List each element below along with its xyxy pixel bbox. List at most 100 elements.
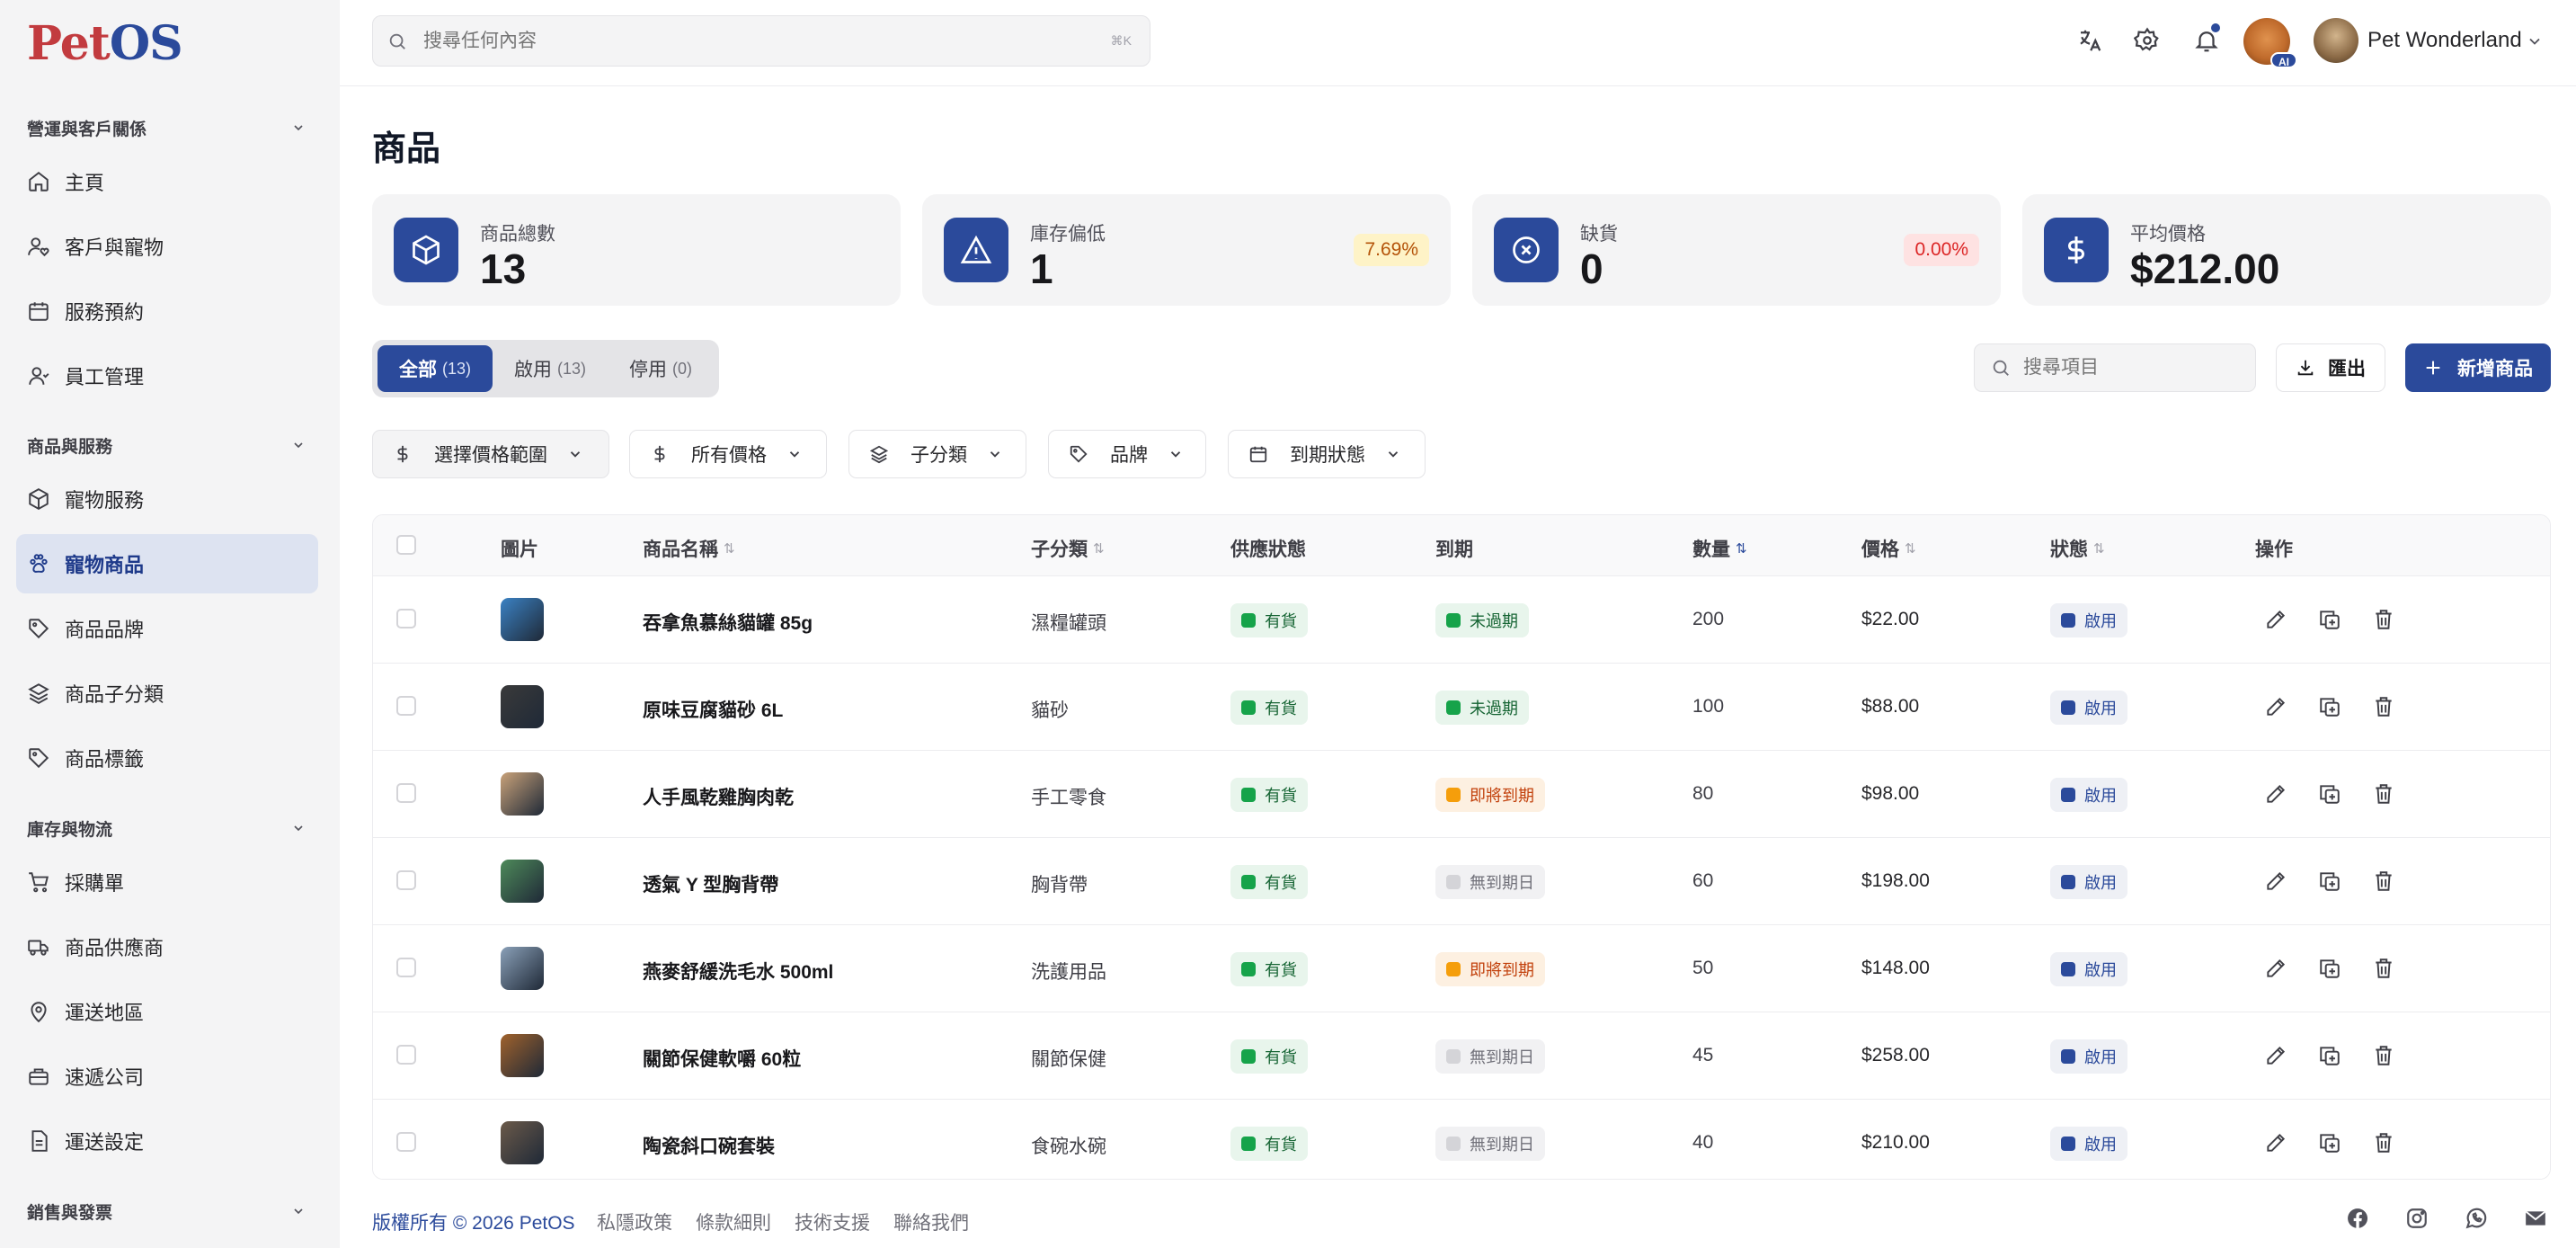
add-product-label: 新增商品 [2457, 359, 2533, 379]
sidebar-item-appointments[interactable]: 服務預約 [16, 281, 318, 341]
filter-price-range[interactable]: 選擇價格範圍 [372, 430, 609, 478]
duplicate-icon[interactable] [2318, 782, 2341, 806]
product-name[interactable]: 透氣 Y 型胸背帶 [643, 870, 778, 897]
filter-expiry-status[interactable]: 到期狀態 [1228, 430, 1426, 478]
trash-icon[interactable] [2372, 869, 2395, 893]
copyright[interactable]: 版權所有 © 2026 PetOS [372, 1208, 575, 1235]
translate-icon[interactable] [2076, 27, 2103, 54]
edit-icon[interactable] [2264, 608, 2287, 631]
user-name[interactable]: Pet Wonderland [2367, 28, 2522, 53]
petos-logo[interactable]: PetOS [27, 16, 183, 71]
product-name[interactable]: 燕麥舒緩洗毛水 500ml [643, 958, 833, 985]
section-operations[interactable]: 營運與客戶關係 [27, 114, 306, 141]
add-product-button[interactable]: 新增商品 [2405, 343, 2551, 392]
sidebar-item-customers[interactable]: 客戶與寵物 [16, 217, 318, 276]
row-checkbox[interactable] [396, 783, 416, 803]
edit-icon[interactable] [2264, 782, 2287, 806]
sidebar-item-pet-services[interactable]: 寵物服務 [16, 469, 318, 529]
trash-icon[interactable] [2372, 1131, 2395, 1154]
tab-enabled[interactable]: 啟用 (13) [493, 345, 608, 392]
product-subcategory: 手工零食 [1031, 788, 1106, 808]
item-search-input[interactable] [2023, 357, 2239, 379]
tab-all[interactable]: 全部 (13) [378, 345, 493, 392]
row-checkbox[interactable] [396, 696, 416, 716]
section-inventory[interactable]: 庫存與物流 [27, 815, 306, 842]
trash-icon[interactable] [2372, 1044, 2395, 1067]
section-sales[interactable]: 銷售與發票 [27, 1198, 306, 1225]
duplicate-icon[interactable] [2318, 608, 2341, 631]
row-checkbox[interactable] [396, 1045, 416, 1065]
sidebar-item-label: 主頁 [65, 172, 105, 194]
terms-link[interactable]: 條款細則 [696, 1208, 771, 1235]
col-qty[interactable]: 數量 ⇅ [1692, 535, 1747, 562]
section-products[interactable]: 商品與服務 [27, 432, 306, 459]
row-checkbox[interactable] [396, 1132, 416, 1152]
support-link[interactable]: 技術支援 [795, 1208, 870, 1235]
filter-brand[interactable]: 品牌 [1048, 430, 1206, 478]
contact-link[interactable]: 聯絡我們 [893, 1208, 969, 1235]
duplicate-icon[interactable] [2318, 869, 2341, 893]
user-avatar[interactable] [2314, 18, 2358, 63]
table-row[interactable]: 人手風乾雞胸肉乾 手工零食 有貨 即將到期 80 $98.00 啟用 [373, 751, 2550, 838]
chevron-down-icon[interactable] [2526, 32, 2544, 50]
col-price[interactable]: 價格 ⇅ [1861, 535, 1916, 562]
row-checkbox[interactable] [396, 958, 416, 977]
col-subcategory[interactable]: 子分類 ⇅ [1031, 535, 1105, 562]
duplicate-icon[interactable] [2318, 957, 2341, 980]
table-row[interactable]: 吞拿魚慕絲貓罐 85g 濕糧罐頭 有貨 未過期 200 $22.00 啟用 [373, 576, 2550, 664]
product-name[interactable]: 原味豆腐貓砂 6L [643, 696, 783, 723]
row-checkbox[interactable] [396, 870, 416, 890]
sidebar-item-purchase-orders[interactable]: 採購單 [16, 852, 318, 912]
filter-all-prices[interactable]: 所有價格 [629, 430, 827, 478]
duplicate-icon[interactable] [2318, 695, 2341, 718]
item-search[interactable] [1974, 343, 2256, 392]
sidebar-item-pet-products[interactable]: 寵物商品 [16, 534, 318, 593]
stat-icon-box [2044, 218, 2109, 282]
duplicate-icon[interactable] [2318, 1131, 2341, 1154]
facebook-icon[interactable] [2346, 1207, 2369, 1230]
global-search[interactable]: ⌘K [372, 15, 1150, 67]
trash-icon[interactable] [2372, 608, 2395, 631]
table-row[interactable]: 陶瓷斜口碗套裝 食碗水碗 有貨 無到期日 40 $210.00 啟用 [373, 1100, 2550, 1179]
table-row[interactable]: 燕麥舒緩洗毛水 500ml 洗護用品 有貨 即將到期 50 $148.00 啟用 [373, 925, 2550, 1012]
trash-icon[interactable] [2372, 695, 2395, 718]
table-row[interactable]: 原味豆腐貓砂 6L 貓砂 有貨 未過期 100 $88.00 啟用 [373, 664, 2550, 751]
privacy-link[interactable]: 私隱政策 [597, 1208, 672, 1235]
col-status[interactable]: 狀態 ⇅ [2050, 535, 2105, 562]
product-name[interactable]: 吞拿魚慕絲貓罐 85g [643, 609, 813, 636]
trash-icon[interactable] [2372, 782, 2395, 806]
instagram-icon[interactable] [2405, 1207, 2429, 1230]
stat-percent-badge: 7.69% [1354, 234, 1429, 266]
edit-icon[interactable] [2264, 695, 2287, 718]
sidebar-item-shipping-zones[interactable]: 運送地區 [16, 982, 318, 1041]
col-name[interactable]: 商品名稱 ⇅ [643, 535, 735, 562]
sidebar-item-brands[interactable]: 商品品牌 [16, 599, 318, 658]
sidebar-item-shipping-settings[interactable]: 運送設定 [16, 1111, 318, 1171]
row-checkbox[interactable] [396, 609, 416, 628]
product-name[interactable]: 關節保健軟嚼 60粒 [643, 1045, 801, 1072]
edit-icon[interactable] [2264, 869, 2287, 893]
table-row[interactable]: 關節保健軟嚼 60粒 關節保健 有貨 無到期日 45 $258.00 啟用 [373, 1012, 2550, 1100]
sidebar-item-subcategories[interactable]: 商品子分類 [16, 664, 318, 723]
edit-icon[interactable] [2264, 1131, 2287, 1154]
sidebar-item-staff[interactable]: 員工管理 [16, 346, 318, 406]
select-all-checkbox[interactable] [396, 535, 416, 555]
tab-disabled[interactable]: 停用 (0) [608, 345, 714, 392]
global-search-input[interactable] [423, 30, 1053, 52]
mail-icon[interactable] [2524, 1207, 2547, 1230]
trash-icon[interactable] [2372, 957, 2395, 980]
sidebar-item-couriers[interactable]: 速遞公司 [16, 1047, 318, 1106]
table-row[interactable]: 透氣 Y 型胸背帶 胸背帶 有貨 無到期日 60 $198.00 啟用 [373, 838, 2550, 925]
edit-icon[interactable] [2264, 957, 2287, 980]
product-name[interactable]: 陶瓷斜口碗套裝 [643, 1132, 775, 1159]
gear-icon[interactable] [2134, 27, 2161, 54]
duplicate-icon[interactable] [2318, 1044, 2341, 1067]
export-button[interactable]: 匯出 [2276, 343, 2385, 392]
whatsapp-icon[interactable] [2465, 1207, 2488, 1230]
sidebar-item-tags[interactable]: 商品標籤 [16, 728, 318, 788]
sidebar-item-suppliers[interactable]: 商品供應商 [16, 917, 318, 976]
sidebar-item-home[interactable]: 主頁 [16, 152, 318, 211]
product-name[interactable]: 人手風乾雞胸肉乾 [643, 783, 794, 810]
edit-icon[interactable] [2264, 1044, 2287, 1067]
filter-subcategory[interactable]: 子分類 [848, 430, 1026, 478]
